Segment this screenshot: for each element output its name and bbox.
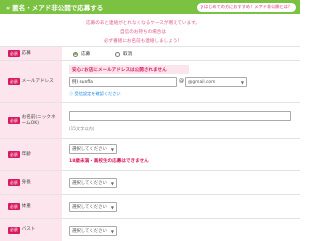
row-bust: 必須 バスト 選択してください ▼: [0, 218, 300, 241]
email-local-input[interactable]: 例) sunfla: [69, 77, 177, 87]
age-warning: 18歳未満・高校生の応募はできません: [69, 159, 149, 164]
weight-select[interactable]: 選択してください ▼: [69, 202, 117, 212]
chevron-down-icon: ▼: [110, 147, 114, 152]
notice-text: 応募のあと連絡がとれなくなるケースが増えています。 自信のお持ちの場合は 必ず番…: [86, 21, 200, 44]
row-application: 必須 応募 応募 取消: [0, 46, 300, 60]
required-badge: 必須: [8, 226, 20, 234]
row-nickname: 必須 お名前(ニックネームOK) (15文字以内): [0, 102, 300, 138]
email-domain-select[interactable]: @gmail.com ▼: [185, 77, 247, 87]
required-badge: 必須: [8, 203, 20, 210]
label-height: 身長: [21, 179, 31, 185]
help-link[interactable]: ? はじめての方におすすめ！メアド非公開とは？: [196, 2, 296, 12]
label-age: 年齢: [21, 151, 31, 157]
chevron-down-icon: ▼: [110, 229, 114, 234]
radio-unselected-icon: [115, 51, 120, 57]
age-select[interactable]: 選択してください ▼: [69, 144, 117, 154]
label-email: メールアドレス: [21, 78, 54, 84]
row-email: 必須 メールアドレス 安心♪お店にメールアドレスは公開されません 例) sunf…: [0, 60, 300, 102]
height-select[interactable]: 選択してください ▼: [69, 178, 117, 188]
double-chevron-icon: «: [6, 4, 11, 12]
form-header: «匿名・メアド非公開で応募する ? はじめての方におすすめ！メアド非公開とは？: [0, 0, 300, 14]
email-settings-link[interactable]: ⓘ 受信設定を確認ください: [69, 91, 121, 97]
bust-select[interactable]: 選択してください ▼: [69, 226, 117, 236]
label-weight: 体重: [21, 203, 31, 209]
chevron-down-icon: ▼: [110, 205, 114, 210]
row-weight: 必須 体重 選択してください ▼: [0, 194, 300, 218]
email-privacy-notice: 安心♪お店にメールアドレスは公開されません: [69, 65, 189, 74]
label-bust: バスト: [21, 227, 36, 232]
nickname-input[interactable]: [69, 111, 291, 121]
required-badge: 必須: [8, 50, 20, 57]
required-badge: 必須: [8, 179, 20, 186]
radio-cancel[interactable]: 取消: [115, 51, 132, 57]
radio-apply[interactable]: 応募: [73, 51, 90, 57]
chevron-down-icon: ▼: [240, 80, 244, 85]
row-height: 必須 身長 選択してください ▼: [0, 170, 300, 194]
radio-selected-icon: [73, 51, 78, 57]
question-icon: ?: [200, 4, 204, 10]
nickname-note: (15文字以内): [69, 126, 95, 131]
row-age: 必須 年齢 選択してください ▼ 18歳未満・高校生の応募はできません: [0, 138, 300, 170]
required-badge: 必須: [8, 117, 20, 124]
chevron-down-icon: ▼: [110, 181, 114, 186]
label-application: 応募: [21, 50, 31, 56]
required-badge: 必須: [8, 78, 20, 85]
form-title: «匿名・メアド非公開で応募する: [6, 4, 104, 12]
at-sign: @: [179, 78, 184, 84]
required-badge: 必須: [8, 151, 20, 158]
label-nickname: お名前(ニックネームOK): [21, 114, 56, 126]
